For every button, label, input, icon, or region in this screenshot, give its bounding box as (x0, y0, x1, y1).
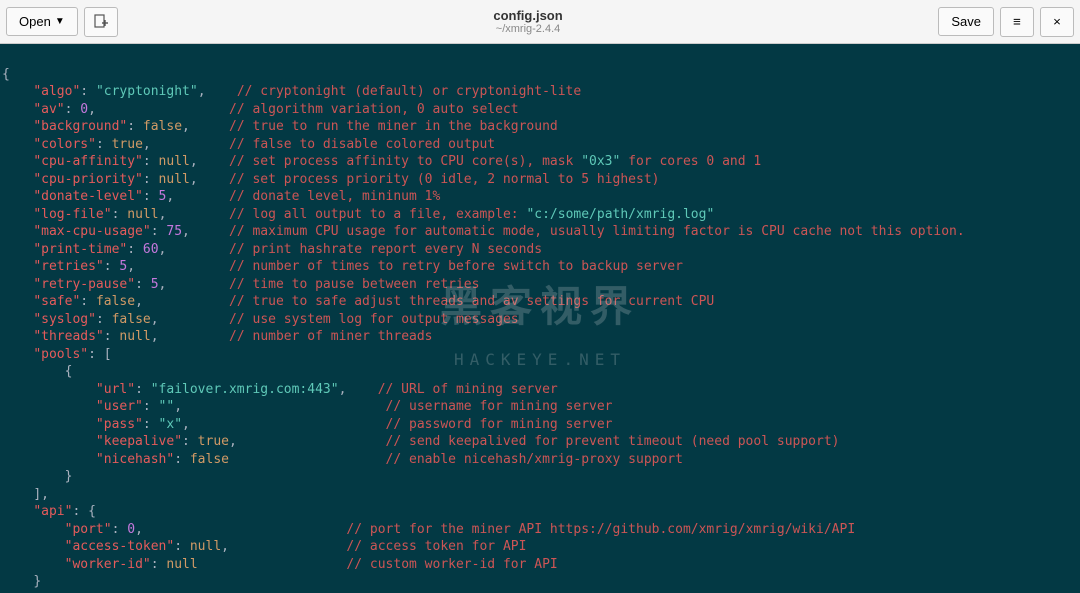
close-icon: × (1053, 14, 1061, 29)
new-tab-button[interactable] (84, 7, 118, 37)
toolbar: Open ▼ config.json ~/xmrig-2.4.4 Save ≡ … (0, 0, 1080, 44)
title-path: ~/xmrig-2.4.4 (124, 23, 933, 35)
title-area: config.json ~/xmrig-2.4.4 (124, 8, 933, 35)
save-button[interactable]: Save (938, 7, 994, 36)
new-document-icon (93, 14, 109, 30)
chevron-down-icon: ▼ (55, 16, 65, 27)
menu-button[interactable]: ≡ (1000, 7, 1034, 37)
open-button[interactable]: Open ▼ (6, 7, 78, 36)
hamburger-icon: ≡ (1013, 14, 1021, 29)
open-label: Open (19, 14, 51, 29)
title-filename: config.json (124, 8, 933, 23)
watermark-en: HACKEYE.NET (440, 350, 640, 368)
close-button[interactable]: × (1040, 7, 1074, 37)
editor-area[interactable]: 黑客视界 HACKEYE.NET { "algo": "cryptonight"… (0, 44, 1080, 593)
save-label: Save (951, 14, 981, 29)
